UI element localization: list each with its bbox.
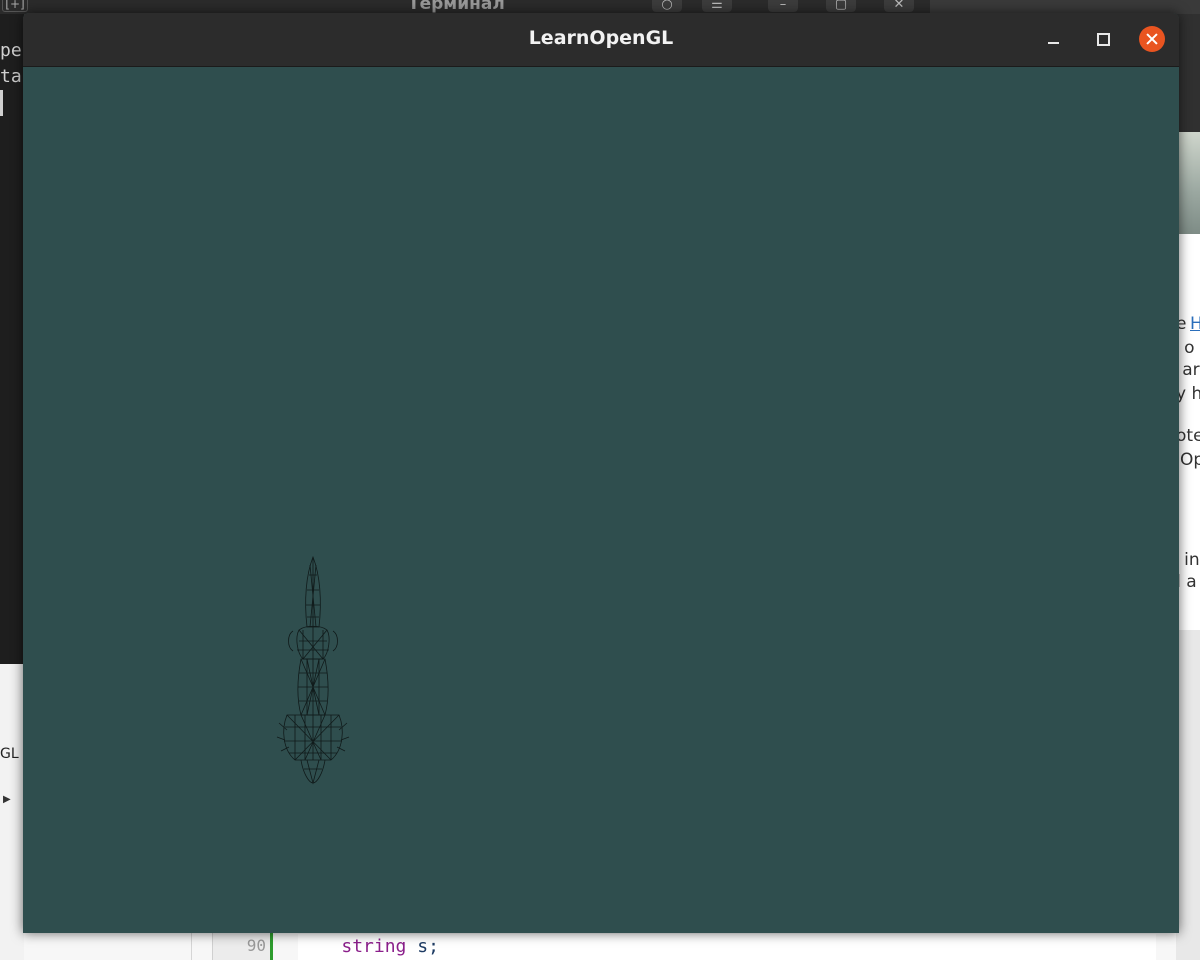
page-text-fragment: ote	[1176, 426, 1200, 446]
terminal-line: ta	[0, 66, 22, 87]
left-pane-label: GL	[0, 746, 19, 762]
browser-bottom-behind	[1176, 630, 1200, 960]
page-text-fragment: Op	[1180, 450, 1200, 470]
code-rest: s;	[406, 936, 439, 957]
terminal-menu-icon[interactable]: ☰	[702, 0, 732, 12]
page-text-fragment: n in	[1176, 550, 1200, 570]
learnopengl-window: LearnOpenGL	[23, 13, 1179, 933]
window-titlebar[interactable]: LearnOpenGL	[23, 13, 1179, 67]
terminal-minimize-icon[interactable]: –	[768, 0, 798, 12]
close-icon[interactable]	[1139, 26, 1165, 52]
expand-arrow-icon[interactable]: ▶	[3, 794, 11, 805]
window-title: LearnOpenGL	[528, 27, 674, 49]
terminal-maximize-icon[interactable]: ▢	[826, 0, 856, 12]
browser-header-image	[1176, 132, 1200, 234]
browser-titlebar-behind	[930, 0, 1200, 14]
terminal-cursor	[0, 90, 3, 116]
page-text-fragment: d a	[1176, 572, 1197, 592]
terminal-title: Терминал	[408, 0, 505, 14]
terminal-body: pe ta	[0, 14, 24, 664]
page-text-fragment: s ar	[1176, 360, 1200, 380]
browser-page-behind: e H n o s ar y h ote Op n in d a	[1176, 234, 1200, 630]
wireframe-model	[276, 555, 350, 785]
page-text-fragment: y h	[1176, 384, 1200, 404]
maximize-icon[interactable]	[1090, 26, 1116, 52]
terminal-close-icon[interactable]: ✕	[884, 0, 914, 12]
terminal-search-icon[interactable]: ○	[652, 0, 682, 12]
editor-change-marker	[270, 932, 273, 960]
minimize-icon[interactable]	[1041, 26, 1067, 52]
code-keyword: string	[341, 936, 407, 957]
opengl-viewport[interactable]	[23, 67, 1179, 933]
terminal-new-tab-button[interactable]: [+]	[2, 0, 28, 12]
terminal-titlebar: [+] Терминал ○ ☰ – ▢ ✕	[0, 0, 940, 14]
page-link-fragment[interactable]: H	[1190, 314, 1200, 334]
terminal-line: pe	[0, 40, 22, 61]
browser-toolbar-behind	[1176, 14, 1200, 132]
left-pane-behind	[0, 664, 24, 960]
editor-code-line[interactable]: string s;	[298, 934, 1156, 960]
editor-line-number: 90	[246, 936, 266, 955]
editor-divider	[191, 932, 192, 960]
